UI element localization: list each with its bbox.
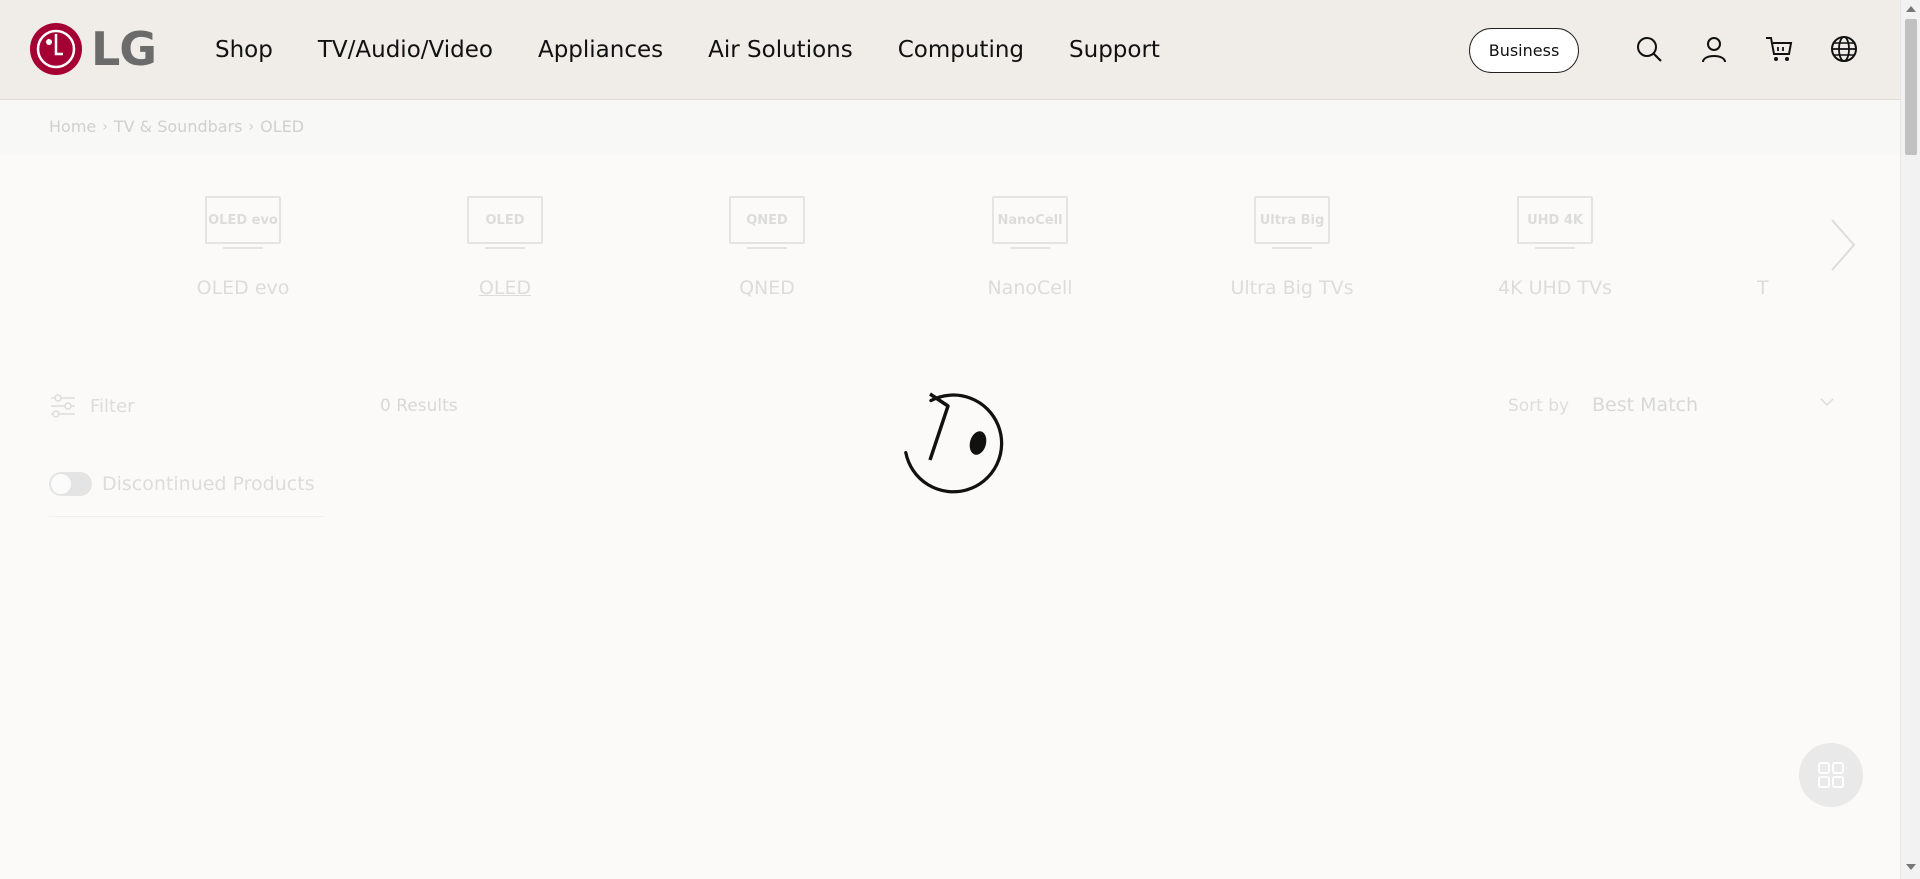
category-label: 4K UHD TVs [1498, 277, 1612, 299]
tv-icon: NanoCell [992, 196, 1068, 244]
filter-sliders-icon [51, 394, 75, 418]
breadcrumb-home[interactable]: Home [49, 117, 96, 136]
category-ultra-big[interactable]: Ultra Big Ultra Big TVs [1212, 190, 1372, 299]
tv-icon: OLED evo [205, 196, 281, 244]
chevron-right-icon: › [248, 118, 255, 135]
nav-shop[interactable]: Shop [215, 37, 273, 63]
nav-appliances[interactable]: Appliances [538, 37, 663, 63]
loading-spinner-icon [904, 392, 1004, 494]
category-oled-evo[interactable]: OLED evo OLED evo [163, 190, 323, 299]
category-partial[interactable]: T [1725, 190, 1805, 299]
category-label: Ultra Big TVs [1230, 277, 1354, 299]
business-button[interactable]: Business [1469, 28, 1579, 73]
logo-wordmark: LG [91, 22, 157, 76]
search-icon[interactable] [1634, 34, 1664, 64]
nav-tv-audio-video[interactable]: TV/Audio/Video [318, 37, 493, 63]
main-nav: Shop TV/Audio/Video Appliances Air Solut… [215, 0, 1205, 100]
nav-computing[interactable]: Computing [898, 37, 1024, 63]
category-label: QNED [739, 277, 795, 299]
grid-icon [1818, 762, 1844, 788]
category-4k-uhd[interactable]: UHD 4K 4K UHD TVs [1475, 190, 1635, 299]
quick-menu-button[interactable] [1799, 743, 1863, 807]
tv-icon: UHD 4K [1517, 196, 1593, 244]
scroll-up-icon[interactable] [1906, 6, 1916, 12]
filter-label: Filter [90, 395, 135, 417]
globe-icon[interactable] [1829, 34, 1859, 64]
sort-select[interactable]: Best Match [1592, 394, 1837, 416]
discontinued-label: Discontinued Products [102, 473, 315, 495]
nav-air-solutions[interactable]: Air Solutions [708, 37, 853, 63]
lg-face-logo-icon [30, 23, 82, 75]
discontinued-toggle[interactable] [49, 472, 92, 496]
category-carousel: OLED evo OLED evo OLED OLED QNED QNED Na… [0, 190, 1900, 310]
cart-icon[interactable] [1764, 34, 1794, 64]
sort-by-label: Sort by [1508, 396, 1570, 416]
category-label: T [1757, 277, 1769, 299]
divider [49, 516, 324, 517]
breadcrumb: Home › TV & Soundbars › OLED [49, 117, 304, 136]
lg-logo[interactable]: LG [29, 22, 157, 76]
site-header: LG Shop TV/Audio/Video Appliances Air So… [0, 0, 1900, 100]
chevron-right-icon: › [102, 118, 108, 135]
category-nanocell[interactable]: NanoCell NanoCell [950, 190, 1110, 299]
category-label: OLED [478, 277, 532, 299]
chevron-down-icon [1820, 398, 1834, 407]
carousel-next-icon[interactable] [1822, 215, 1862, 275]
user-icon[interactable] [1699, 34, 1729, 64]
results-count: 0 Results [380, 396, 458, 416]
category-label: NanoCell [987, 277, 1073, 299]
tv-icon: QNED [729, 196, 805, 244]
category-qned[interactable]: QNED QNED [687, 190, 847, 299]
filter-button[interactable]: Filter [50, 394, 135, 418]
tv-icon: OLED [467, 196, 543, 244]
scroll-thumb[interactable] [1905, 19, 1917, 155]
discontinued-toggle-row[interactable]: Discontinued Products [49, 472, 315, 496]
category-oled[interactable]: OLED OLED [425, 190, 585, 299]
scroll-down-icon[interactable] [1906, 864, 1916, 870]
breadcrumb-oled: OLED [260, 117, 305, 136]
category-label: OLED evo [196, 277, 290, 299]
breadcrumb-tv-soundbars[interactable]: TV & Soundbars [114, 117, 243, 136]
nav-support[interactable]: Support [1069, 37, 1160, 63]
vertical-scrollbar[interactable] [1900, 0, 1920, 879]
tv-icon: Ultra Big [1254, 196, 1330, 244]
